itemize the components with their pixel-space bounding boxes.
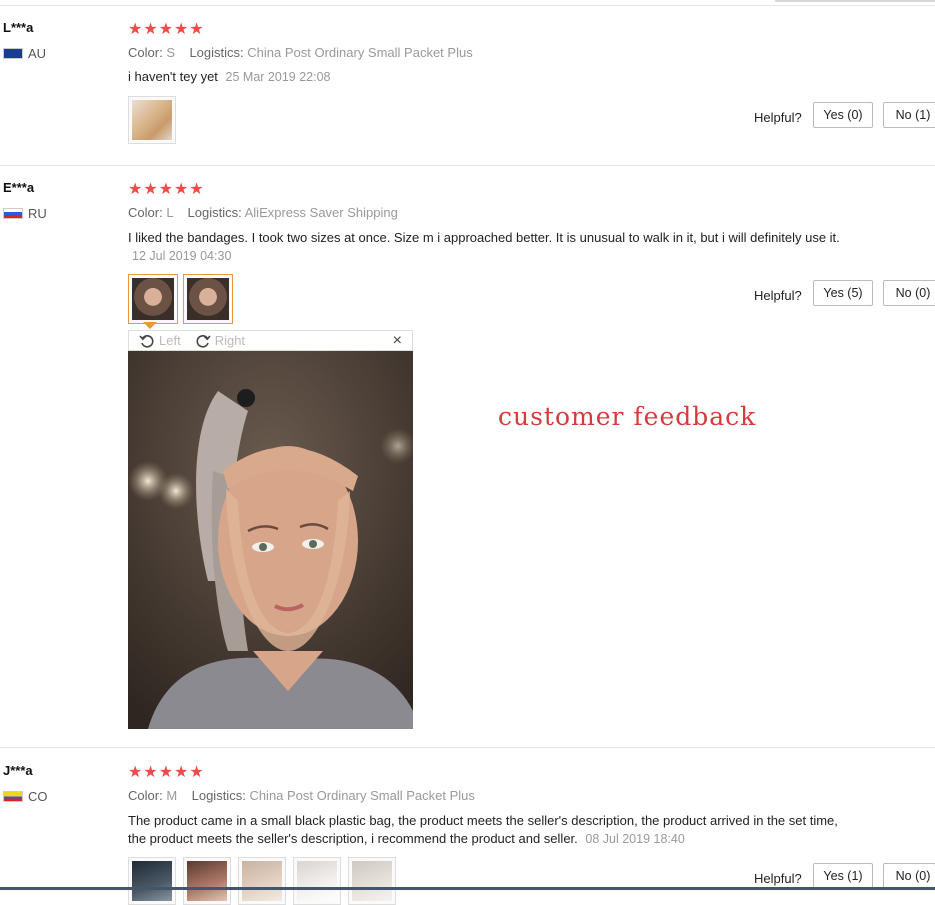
star-rating: ★★★★★ xyxy=(128,21,205,38)
helpful-label: Helpful? xyxy=(754,288,802,303)
color-label: Color: xyxy=(128,45,163,60)
flag-ru-icon xyxy=(3,208,23,219)
photo-thumbnail-image xyxy=(132,861,172,901)
overlay-caption: customer feedback xyxy=(498,402,757,431)
review-photo-thumb[interactable] xyxy=(183,274,233,324)
rotate-left-label: Left xyxy=(159,333,181,348)
reviewer-country: CO xyxy=(3,789,48,804)
logistics-value: AliExpress Saver Shipping xyxy=(244,205,398,220)
color-value: M xyxy=(166,788,178,803)
photo-thumbnail-image xyxy=(187,278,229,320)
flag-au-icon xyxy=(3,48,23,59)
review-attributes: Color: M Logistics: China Post Ordinary … xyxy=(128,788,475,803)
vote-no-button[interactable]: No (0) xyxy=(883,863,935,889)
review-date: 08 Jul 2019 18:40 xyxy=(585,832,685,846)
vote-yes-button[interactable]: Yes (1) xyxy=(813,863,873,889)
photo-thumbnail-image xyxy=(352,861,392,901)
photo-thumbnail-image xyxy=(187,861,227,901)
review-date: 12 Jul 2019 04:30 xyxy=(132,249,232,263)
logistics-label: Logistics: xyxy=(189,45,244,60)
photo-thumbnail-image xyxy=(242,861,282,901)
review-photo-thumb[interactable] xyxy=(183,857,231,905)
vote-yes-button[interactable]: Yes (5) xyxy=(813,280,873,306)
review-text: I liked the bandages. I took two sizes a… xyxy=(128,229,848,265)
color-label: Color: xyxy=(128,788,163,803)
review-photo-enlarged xyxy=(128,351,413,729)
logistics-label: Logistics: xyxy=(187,205,242,220)
reviewer-name: L***a xyxy=(3,20,34,35)
active-thumb-pointer xyxy=(143,322,157,329)
color-value: L xyxy=(166,205,174,220)
review-photo-thumb[interactable] xyxy=(128,857,176,905)
review-photo-thumb[interactable] xyxy=(238,857,286,905)
helpful-label: Helpful? xyxy=(754,871,802,886)
country-code: CO xyxy=(28,789,48,804)
vote-no-button[interactable]: No (1) xyxy=(883,102,935,128)
review-photo-thumb[interactable] xyxy=(293,857,341,905)
photo-thumbnail-image xyxy=(297,861,337,901)
photo-thumbnail-image xyxy=(132,278,174,320)
rotate-right-button[interactable]: Right xyxy=(195,333,245,349)
rotate-right-label: Right xyxy=(214,333,246,348)
rotate-left-button[interactable]: Left xyxy=(139,333,181,349)
review-photo-thumb[interactable] xyxy=(128,274,178,324)
review-body: i haven't tey yet xyxy=(128,69,218,84)
color-value: S xyxy=(166,45,175,60)
review-text: i haven't tey yet 25 Mar 2019 22:08 xyxy=(128,68,848,86)
logistics-value: China Post Ordinary Small Packet Plus xyxy=(247,45,473,60)
review-text: The product came in a small black plasti… xyxy=(128,812,848,848)
logistics-label: Logistics: xyxy=(191,788,246,803)
divider xyxy=(0,747,935,748)
review-attributes: Color: L Logistics: AliExpress Saver Shi… xyxy=(128,205,398,220)
reviewer-name: E***a xyxy=(3,180,35,195)
close-viewer-icon[interactable]: × xyxy=(393,331,402,350)
reviewer-name: J***a xyxy=(3,763,33,778)
photo-thumbnail-image xyxy=(132,100,172,140)
photo-viewer-toolbar: Left Right × xyxy=(128,330,413,351)
review-body: I liked the bandages. I took two sizes a… xyxy=(128,230,840,245)
review-photo-thumb[interactable] xyxy=(128,96,176,144)
review-body: The product came in a small black plasti… xyxy=(128,813,838,846)
helpful-label: Helpful? xyxy=(754,110,802,125)
reviewer-country: RU xyxy=(3,206,47,221)
divider xyxy=(0,165,935,166)
divider xyxy=(0,5,935,6)
review-photo-thumb[interactable] xyxy=(348,857,396,905)
vote-no-button[interactable]: No (0) xyxy=(883,280,935,306)
vote-yes-button[interactable]: Yes (0) xyxy=(813,102,873,128)
color-label: Color: xyxy=(128,205,163,220)
star-rating: ★★★★★ xyxy=(128,181,205,198)
rotate-left-icon xyxy=(139,334,154,348)
country-code: AU xyxy=(28,46,47,61)
top-edge xyxy=(775,0,935,2)
reviewer-country: AU xyxy=(3,46,46,61)
country-code: RU xyxy=(28,206,47,221)
logistics-value: China Post Ordinary Small Packet Plus xyxy=(249,788,475,803)
flag-co-icon xyxy=(3,791,23,802)
review-attributes: Color: S Logistics: China Post Ordinary … xyxy=(128,45,473,60)
star-rating: ★★★★★ xyxy=(128,764,205,781)
rotate-right-icon xyxy=(196,334,211,348)
photo-image xyxy=(128,351,413,729)
review-date: 25 Mar 2019 22:08 xyxy=(225,70,331,84)
